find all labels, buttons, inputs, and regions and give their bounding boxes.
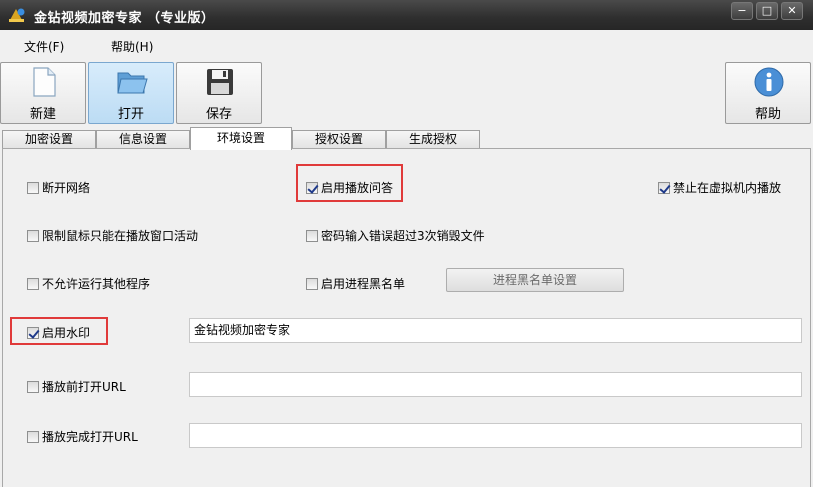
checkbox-box[interactable] (306, 229, 318, 242)
tab-license-settings[interactable]: 授权设置 (292, 130, 386, 149)
app-logo-icon (9, 8, 25, 22)
menu-help[interactable]: 帮助(H) (111, 38, 153, 55)
tab-encryption-settings[interactable]: 加密设置 (2, 130, 96, 149)
checkbox-box[interactable] (27, 277, 39, 290)
after-play-url-input[interactable] (189, 423, 802, 448)
checkbox-label: 播放前打开URL (42, 380, 126, 394)
menu-file[interactable]: 文件(F) (24, 38, 64, 55)
save-button[interactable]: 保存 (176, 62, 262, 124)
before-play-url-input[interactable] (189, 372, 802, 397)
checkbox-label: 播放完成打开URL (42, 430, 138, 444)
checkbox-label: 限制鼠标只能在播放窗口活动 (42, 229, 199, 243)
tab-info-settings[interactable]: 信息设置 (96, 130, 190, 149)
minimize-button[interactable]: − (731, 2, 753, 20)
checkbox-label: 启用播放问答 (321, 181, 394, 195)
restrict-mouse-checkbox[interactable]: 限制鼠标只能在播放窗口活动 (27, 227, 198, 244)
maximize-button[interactable]: □ (756, 2, 778, 20)
checkbox-label: 密码输入错误超过3次销毁文件 (321, 229, 485, 243)
checkbox-label: 启用进程黑名单 (321, 277, 406, 291)
menu-bar: 文件(F) 帮助(H) (0, 30, 813, 60)
close-button[interactable]: ✕ (781, 2, 803, 20)
open-button[interactable]: 打开 (88, 62, 174, 124)
new-button-label: 新建 (29, 107, 56, 122)
checkbox-label: 启用水印 (42, 326, 91, 340)
checkbox-box[interactable] (306, 277, 318, 290)
checkbox-label: 禁止在虚拟机内播放 (673, 181, 782, 195)
process-blacklist-settings-button[interactable]: 进程黑名单设置 (446, 268, 624, 292)
open-button-label: 打开 (117, 107, 144, 122)
checkbox-box[interactable] (27, 380, 39, 393)
disconnect-network-checkbox[interactable]: 断开网络 (27, 179, 90, 196)
toolbar: 新建 打开 保存 帮助 (0, 60, 813, 126)
checkbox-box[interactable] (27, 430, 39, 443)
disallow-other-programs-checkbox[interactable]: 不允许运行其他程序 (27, 275, 150, 292)
enable-play-qa-checkbox[interactable]: 启用播放问答 (306, 179, 393, 196)
checkbox-box[interactable] (27, 229, 39, 242)
info-icon (754, 67, 784, 97)
tab-generate-license[interactable]: 生成授权 (386, 130, 480, 149)
tab-strip: 加密设置 信息设置 环境设置 授权设置 生成授权 (0, 127, 813, 150)
new-file-icon (33, 67, 56, 97)
destroy-after-wrong-password-checkbox[interactable]: 密码输入错误超过3次销毁文件 (306, 227, 485, 244)
watermark-text-input[interactable]: 金钻视频加密专家 (189, 318, 802, 343)
open-folder-icon (117, 72, 148, 94)
new-button[interactable]: 新建 (0, 62, 86, 124)
title-bar: 金钻视频加密专家 （专业版） − □ ✕ (0, 0, 813, 30)
checkbox-label: 不允许运行其他程序 (42, 277, 151, 291)
checkbox-box[interactable] (27, 326, 39, 339)
enable-watermark-checkbox[interactable]: 启用水印 (27, 324, 90, 341)
save-button-label: 保存 (205, 107, 232, 122)
checkbox-box[interactable] (306, 181, 318, 194)
window-title: 金钻视频加密专家 （专业版） (34, 11, 215, 26)
save-disk-icon (207, 69, 233, 95)
help-button-label: 帮助 (754, 107, 781, 122)
block-vm-playback-checkbox[interactable]: 禁止在虚拟机内播放 (658, 179, 781, 196)
checkbox-label: 断开网络 (42, 181, 91, 195)
help-button[interactable]: 帮助 (725, 62, 811, 124)
checkbox-box[interactable] (27, 181, 39, 194)
enable-process-blacklist-checkbox[interactable]: 启用进程黑名单 (306, 275, 405, 292)
open-url-before-play-checkbox[interactable]: 播放前打开URL (27, 378, 126, 395)
tab-environment-settings[interactable]: 环境设置 (190, 127, 292, 150)
open-url-after-play-checkbox[interactable]: 播放完成打开URL (27, 428, 138, 445)
checkbox-box[interactable] (658, 181, 670, 194)
